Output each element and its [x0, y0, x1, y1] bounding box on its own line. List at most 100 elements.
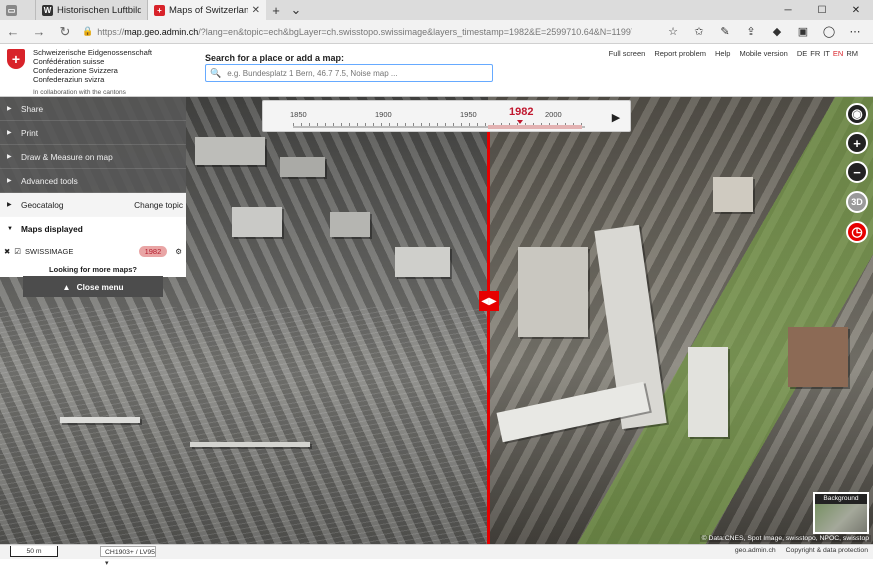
tab-list-chevron-icon[interactable]: ⌄	[286, 2, 306, 18]
search-label: Search for a place or add a map:	[205, 53, 345, 63]
scale-bar: 50 m	[10, 546, 58, 557]
conf-line-fr: Confédération suisse	[33, 57, 105, 66]
tab-label: Maps of Switzerland - S	[169, 4, 248, 16]
timeline-label-1900: 1900	[375, 110, 392, 119]
chevron-right-icon: ▶	[7, 130, 12, 136]
notes-pen-icon[interactable]: ✎	[713, 25, 737, 38]
lang-fr[interactable]: FR	[810, 49, 820, 58]
mobile-version-link[interactable]: Mobile version	[739, 49, 787, 58]
swiss-cross-favicon-icon: +	[154, 4, 165, 16]
coordinate-system-select[interactable]: CH1903+ / LV95 ▾	[100, 546, 156, 567]
search-box[interactable]: 🔍	[205, 64, 493, 82]
close-menu-button[interactable]: ▲ Close menu	[23, 276, 163, 297]
layer-row: ✖ ☑ SWISSIMAGE 1982 ⚙	[0, 241, 186, 261]
menu-label: Advanced tools	[21, 175, 78, 186]
close-tab-icon[interactable]: ✕	[252, 5, 260, 16]
menu-print[interactable]: ▶ Print	[0, 121, 186, 145]
more-maps-link[interactable]: Looking for more maps?	[0, 261, 186, 277]
url-field[interactable]: 🔒 https://map.geo.admin.ch/?lang=en&topi…	[82, 23, 632, 41]
remove-layer-icon[interactable]: ✖	[4, 247, 10, 256]
layer-settings-gear-icon[interactable]: ⚙	[171, 247, 186, 256]
menu-draw-measure[interactable]: ▶ Draw & Measure on map	[0, 145, 186, 169]
browser-tab-2[interactable]: W Historischen Luftbilder des l	[36, 0, 148, 20]
full-screen-link[interactable]: Full screen	[609, 49, 646, 58]
menu-share[interactable]: ▶ Share	[0, 97, 186, 121]
layer-visible-checkbox[interactable]: ☑	[14, 247, 21, 256]
more-icon[interactable]: ⋯	[843, 25, 867, 38]
zoom-out-icon[interactable]: −	[846, 161, 868, 183]
lang-rm[interactable]: RM	[846, 49, 858, 58]
layer-name: SWISSIMAGE	[25, 246, 74, 256]
language-switcher: DE FR IT EN RM	[797, 49, 858, 58]
copyright-link[interactable]: Copyright & data protection	[786, 547, 868, 554]
refresh-icon[interactable]: ↻	[52, 24, 78, 40]
minimize-icon[interactable]: ─	[771, 0, 805, 20]
layer-year-badge[interactable]: 1982	[138, 245, 168, 257]
chevron-right-icon: ▶	[7, 178, 12, 184]
maximize-icon[interactable]: ☐	[805, 0, 839, 20]
background-label: Background	[815, 494, 867, 504]
address-bar-row: ← → ↻ 🔒 https://map.geo.admin.ch/?lang=e…	[0, 20, 873, 44]
geo-admin-link[interactable]: geo.admin.ch	[735, 547, 776, 554]
wikipedia-favicon-icon: W	[42, 4, 53, 16]
favorites-hub-icon[interactable]: ✩	[687, 25, 711, 38]
menu-maps-displayed[interactable]: ▼ Maps displayed	[0, 217, 186, 241]
play-icon[interactable]: ▶	[606, 107, 626, 127]
search-input[interactable]	[227, 68, 478, 78]
new-tab-icon[interactable]: +	[266, 3, 286, 18]
change-topic-button[interactable]: Change topic	[134, 200, 186, 210]
current-aerial-image	[488, 97, 873, 544]
top-links: Full screen Report problem Help Mobile v…	[609, 49, 858, 58]
swipe-divider[interactable]	[487, 132, 490, 544]
report-problem-link[interactable]: Report problem	[654, 49, 706, 58]
swipe-handle-icon[interactable]: ◀▶	[479, 291, 499, 311]
geolocation-icon[interactable]: ◉	[846, 103, 868, 125]
search-icon: 🔍	[210, 67, 222, 78]
browser-tab-strip: ▭ W Historischen Luftbilder des l + Maps…	[0, 0, 873, 20]
timeline-label-1850: 1850	[290, 110, 307, 119]
share-icon[interactable]: ⇪	[739, 25, 763, 38]
menu-label: Maps displayed	[21, 223, 83, 234]
footer-links: geo.admin.ch Copyright & data protection	[735, 547, 868, 554]
3d-icon[interactable]: 3D	[846, 191, 868, 213]
side-menu: ▶ Share ▶ Print ▶ Draw & Measure on map ▶ Ad…	[0, 97, 186, 277]
help-link[interactable]: Help	[715, 49, 730, 58]
background-selector[interactable]: Background	[813, 492, 869, 534]
menu-label: Draw & Measure on map	[21, 151, 113, 162]
forward-icon[interactable]: →	[26, 24, 52, 39]
timeline-marker-icon[interactable]	[517, 120, 523, 124]
chevron-down-icon: ▼	[7, 225, 13, 232]
tab-label: Historischen Luftbilder des l	[57, 4, 141, 16]
edge-tab-icon: ▭	[6, 4, 17, 16]
conf-line-it: Confederazione Svizzera	[33, 66, 118, 75]
browser-tab-1[interactable]: ▭	[0, 0, 36, 20]
menu-label: Print	[21, 127, 39, 138]
lang-it[interactable]: IT	[823, 49, 830, 58]
favorite-star-icon[interactable]: ☆	[661, 25, 685, 38]
timeline-available-range	[488, 125, 582, 129]
conf-line-rm: Confederaziun svizra	[33, 75, 105, 84]
close-window-icon[interactable]: ✕	[839, 0, 873, 20]
zoom-in-icon[interactable]: +	[846, 132, 868, 154]
pocket-icon[interactable]: ◆	[765, 25, 789, 38]
cantons-text: In collaboration with the cantons	[33, 89, 126, 96]
swiss-coat-of-arms-icon: +	[7, 49, 25, 69]
timeline-label-2000: 2000	[545, 110, 562, 119]
timeline-label-1950: 1950	[460, 110, 477, 119]
office-icon[interactable]: ▣	[791, 25, 815, 38]
menu-advanced-tools[interactable]: ▶ Advanced tools	[0, 169, 186, 193]
menu-label: Geocatalog	[21, 199, 64, 210]
time-selector[interactable]: 1850 1900 1950 2000 1982 ▶	[262, 100, 631, 132]
time-travel-clock-icon[interactable]: ◷	[846, 221, 868, 243]
menu-geocatalog[interactable]: ▶ Geocatalog Change topic	[0, 193, 186, 217]
crs-value: CH1903+ / LV95	[105, 549, 155, 556]
opera-icon[interactable]: ◯	[817, 25, 841, 38]
lang-de[interactable]: DE	[797, 49, 807, 58]
toolbar-icons: ☆ ✩ ✎ ⇪ ◆ ▣ ◯ ⋯	[661, 25, 873, 38]
back-icon[interactable]: ←	[0, 24, 26, 39]
lang-en[interactable]: EN	[833, 49, 843, 58]
url-text: https://map.geo.admin.ch/?lang=en&topic=…	[97, 26, 632, 37]
timeline-current-year: 1982	[509, 106, 534, 118]
chevron-right-icon: ▶	[7, 202, 12, 208]
browser-tab-3[interactable]: + Maps of Switzerland - S ✕	[148, 0, 266, 20]
